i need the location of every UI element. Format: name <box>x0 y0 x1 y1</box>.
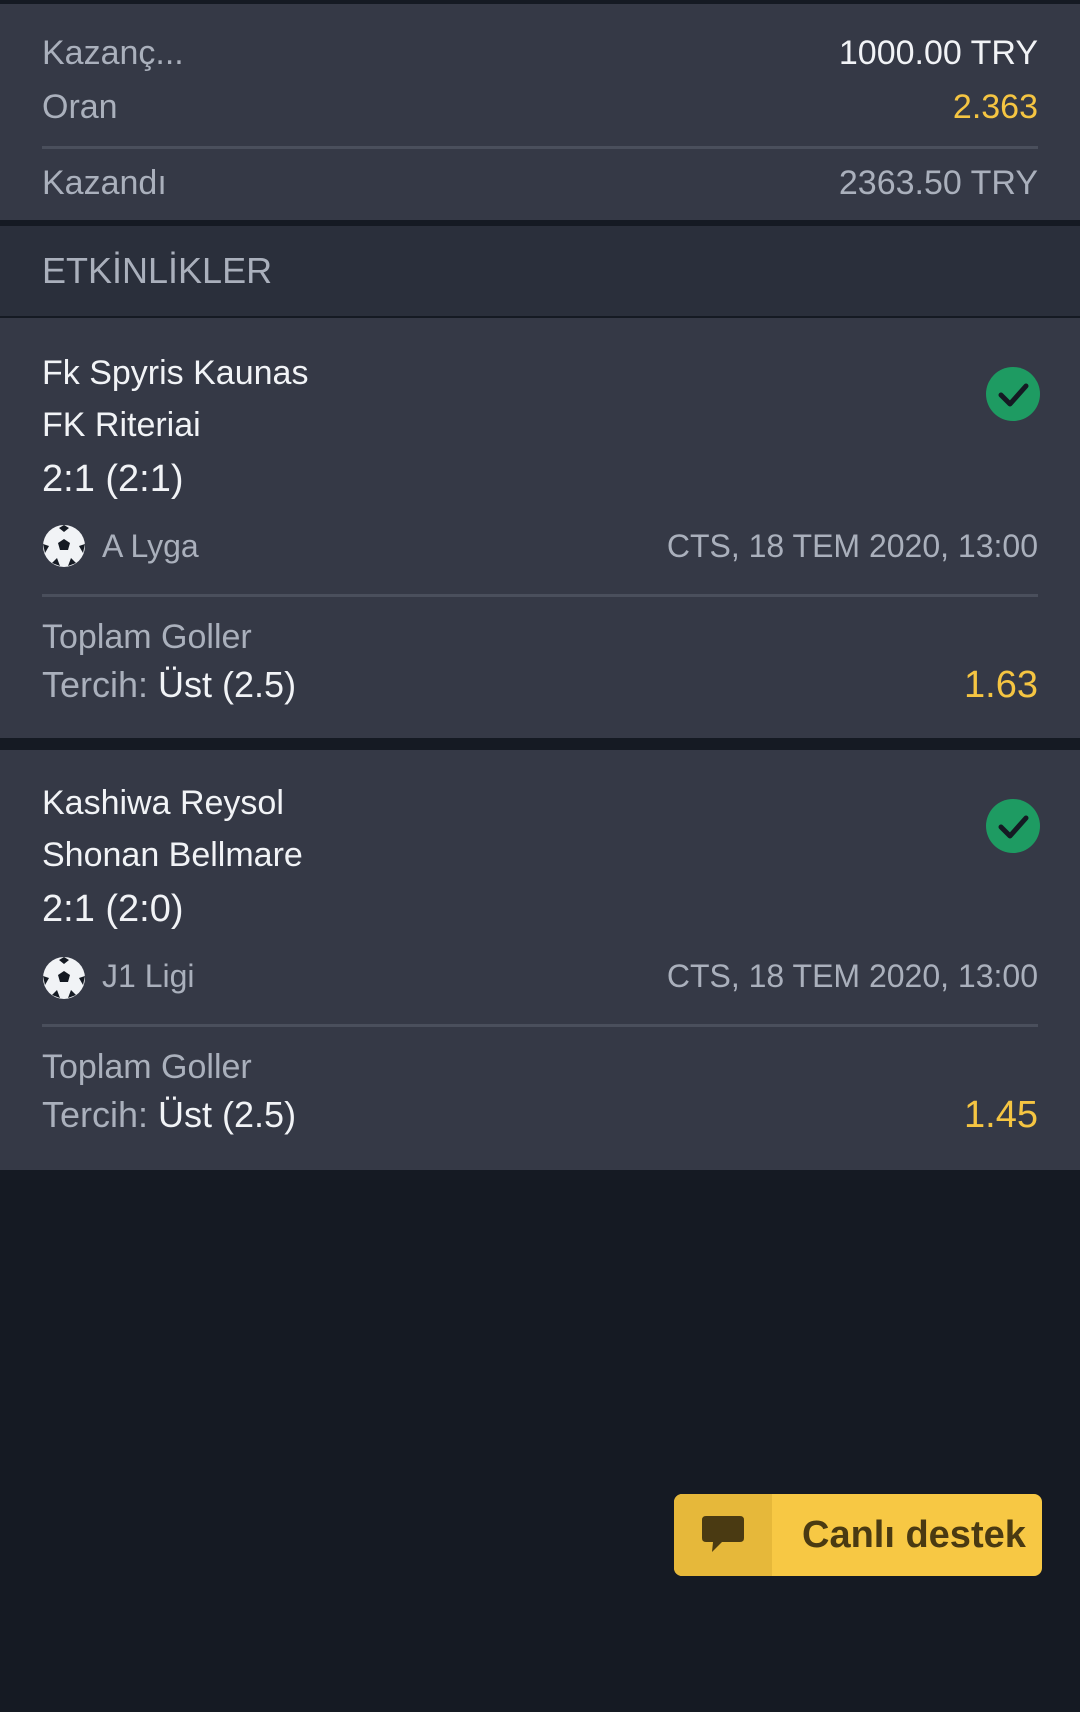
check-circle-icon <box>986 367 1040 421</box>
market-name: Toplam Goller <box>42 618 252 656</box>
bet-summary: Kazanç... 1000.00 TRY Oran 2.363 Kazandı… <box>0 4 1080 220</box>
soccer-ball-icon <box>43 957 85 999</box>
away-team: Shonan Bellmare <box>42 836 303 874</box>
live-support-label: Canlı destek <box>802 1514 1026 1556</box>
odds-value: 2.363 <box>952 88 1038 126</box>
event-date: CTS, 18 TEM 2020, 13:00 <box>666 958 1038 994</box>
chat-bubble-icon <box>674 1494 772 1576</box>
stake-value: 1000.00 TRY <box>838 34 1038 72</box>
event-card[interactable]: Fk Spyris Kaunas FK Riteriai 2:1 (2:1) A… <box>0 318 1080 738</box>
won-row: Kazandı 2363.50 TRY <box>42 164 1038 203</box>
choice-label: Tercih: <box>42 1094 149 1135</box>
events-section-title: ETKİNLİKLER <box>42 250 273 291</box>
match-score: 2:1 (2:1) <box>42 458 184 500</box>
away-team: FK Riteriai <box>42 406 201 444</box>
bet-choice: Tercih: Üst (2.5) <box>42 1094 296 1136</box>
home-team: Fk Spyris Kaunas <box>42 354 309 392</box>
summary-divider <box>42 146 1038 149</box>
league-name: A Lyga <box>102 528 199 564</box>
stake-row: Kazanç... 1000.00 TRY <box>42 34 1038 73</box>
won-value: 2363.50 TRY <box>838 164 1038 202</box>
event-divider <box>42 594 1038 597</box>
event-odd: 1.45 <box>964 1094 1038 1136</box>
market-name: Toplam Goller <box>42 1048 252 1086</box>
soccer-ball-icon <box>43 525 85 567</box>
events-section-header: ETKİNLİKLER <box>0 226 1080 316</box>
event-odd: 1.63 <box>964 664 1038 706</box>
event-date: CTS, 18 TEM 2020, 13:00 <box>666 528 1038 564</box>
choice-value: Üst (2.5) <box>158 664 297 705</box>
live-support-button[interactable]: Canlı destek <box>674 1494 1042 1576</box>
match-score: 2:1 (2:0) <box>42 888 184 930</box>
stake-label: Kazanç... <box>42 34 184 72</box>
won-label: Kazandı <box>42 164 167 202</box>
choice-label: Tercih: <box>42 664 149 705</box>
check-circle-icon <box>986 799 1040 853</box>
odds-row: Oran 2.363 <box>42 88 1038 127</box>
choice-value: Üst (2.5) <box>158 1094 297 1135</box>
odds-label: Oran <box>42 88 118 126</box>
event-divider <box>42 1024 1038 1027</box>
bet-choice: Tercih: Üst (2.5) <box>42 664 296 706</box>
home-team: Kashiwa Reysol <box>42 784 284 822</box>
league-name: J1 Ligi <box>102 958 195 994</box>
event-card[interactable]: Kashiwa Reysol Shonan Bellmare 2:1 (2:0)… <box>0 750 1080 1170</box>
